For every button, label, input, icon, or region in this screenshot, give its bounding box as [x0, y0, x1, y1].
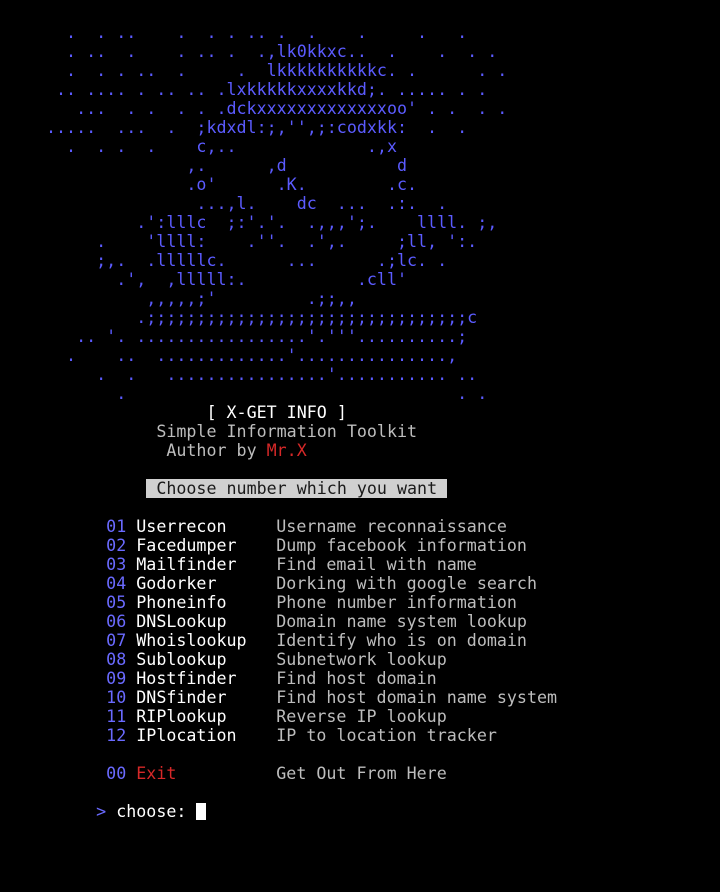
prompt-banner-line: Choose number which you want [46, 479, 557, 498]
menu-item-description: Get Out From Here [276, 764, 447, 783]
menu-item-number: 05 [106, 593, 127, 612]
menu-item-number: 09 [106, 669, 127, 688]
ascii-art-line: ..... ... . ;kdxdl:;,'',;:codxkk: . . [46, 118, 468, 137]
menu-item[interactable]: 10 DNSfinder Find host domain name system [46, 688, 557, 707]
menu-item-name: Sublookup [136, 650, 227, 669]
app-subtitle: Simple Information Toolkit [156, 422, 418, 441]
menu-list: 01 Userrecon Username reconnaissance 02 F… [46, 517, 557, 745]
menu-item-name: Hostfinder [136, 669, 237, 688]
menu-item-description: Username reconnaissance [276, 517, 507, 536]
menu-item-number: 04 [106, 574, 127, 593]
menu-item[interactable]: 06 DNSLookup Domain name system lookup [46, 612, 557, 631]
menu-item-description: Identify who is on domain [276, 631, 527, 650]
terminal-output: . . .. . . . .. . . . . . . .. . . .. . … [46, 23, 557, 821]
ascii-art-line: . . . [46, 384, 488, 403]
ascii-art-line: . . .. . . . .. . . . . . [46, 23, 468, 42]
ascii-art-line: . . . .. . . lkkkkkkkkkkc. . . . [46, 61, 508, 80]
menu-item[interactable]: 07 Whoislookup Identify who is on domain [46, 631, 557, 650]
menu-item[interactable]: 12 IPlocation IP to location tracker [46, 726, 557, 745]
menu-item-description: Subnetwork lookup [276, 650, 447, 669]
menu-item-description: Reverse IP lookup [276, 707, 447, 726]
author-line: Author by Mr.X [46, 441, 557, 460]
menu-item[interactable]: 08 Sublookup Subnetwork lookup [46, 650, 557, 669]
menu-item-description: IP to location tracker [276, 726, 497, 745]
ascii-art-line: ...,l. dc ... .:. . [46, 194, 448, 213]
ascii-art-line: ,. ,d d [46, 156, 408, 175]
menu-item-description: Domain name system lookup [276, 612, 527, 631]
menu-item-number: 06 [106, 612, 127, 631]
author-name: Mr.X [266, 441, 307, 460]
menu-item[interactable]: 01 Userrecon Username reconnaissance [46, 517, 557, 536]
ascii-art-line: .. '. .................'.'''..........; [46, 327, 468, 346]
menu-item-name: Facedumper [136, 536, 237, 555]
menu-item-name: Userrecon [136, 517, 227, 536]
ascii-art-line: . . ................'........... .. [46, 365, 478, 384]
menu-item[interactable]: 11 RIPlookup Reverse IP lookup [46, 707, 557, 726]
ascii-art-line: .o' .K. .c. [46, 175, 418, 194]
author-label: Author by [166, 441, 267, 460]
menu-item-description: Find email with name [276, 555, 477, 574]
menu-item[interactable]: 09 Hostfinder Find host domain [46, 669, 557, 688]
menu-item-description: Find host domain [276, 669, 437, 688]
menu-item-name: Whoislookup [136, 631, 247, 650]
title-line: [ X-GET INFO ] [46, 403, 557, 422]
menu-item-exit[interactable]: 00 Exit Get Out From Here [46, 764, 557, 783]
ascii-art-line: ... . . . . .dckxxxxxxxxxxxxxoo' . . . . [46, 99, 508, 118]
menu-item-description: Dump facebook information [276, 536, 527, 555]
ascii-art-line: . .. . . .. . .,lk0kkxc.. . . . . [46, 42, 498, 61]
ascii-art-line: .':lllc ;:'.'. .,,,';. llll. ;, [46, 213, 498, 232]
terminal-window: { "ascii_art": [ " . . .. . . . .. . . .… [0, 0, 720, 892]
menu-item-number: 01 [106, 517, 127, 536]
ascii-art-logo: . . .. . . . .. . . . . . . .. . . .. . … [46, 23, 557, 403]
app-title: [ X-GET INFO ] [206, 403, 347, 422]
menu-item-name: Godorker [136, 574, 217, 593]
menu-item[interactable]: 05 Phoneinfo Phone number information [46, 593, 557, 612]
menu-item[interactable]: 04 Godorker Dorking with google search [46, 574, 557, 593]
menu-item[interactable]: 03 Mailfinder Find email with name [46, 555, 557, 574]
menu-item-name: DNSLookup [136, 612, 227, 631]
menu-item[interactable]: 02 Facedumper Dump facebook information [46, 536, 557, 555]
menu-item-name: Phoneinfo [136, 593, 227, 612]
ascii-art-line: .', ,lllll:. .cll' [46, 270, 408, 289]
prompt-marker: > [96, 802, 107, 821]
text-cursor[interactable] [196, 803, 207, 820]
menu-item-name: RIPlookup [136, 707, 227, 726]
ascii-art-line: ;,. .lllllc. ... .;lc. . [46, 251, 448, 270]
prompt-banner-text: Choose number which you want [156, 479, 438, 498]
exit-label: Exit [136, 764, 177, 783]
menu-item-description: Find host domain name system [276, 688, 558, 707]
menu-item-description: Phone number information [276, 593, 517, 612]
menu-item-number: 03 [106, 555, 127, 574]
menu-item-number: 12 [106, 726, 127, 745]
ascii-art-line: .. .... . .. .. .lxkkkkkxxxxkkd;. ..... … [46, 80, 488, 99]
ascii-art-line: ,,,,,;' .;;,, [46, 289, 357, 308]
menu-item-number: 11 [106, 707, 127, 726]
ascii-art-line: . 'llll: .''. .',. ;ll, ':. [46, 232, 478, 251]
subtitle-line: Simple Information Toolkit [46, 422, 557, 441]
command-prompt[interactable]: > choose: [46, 802, 557, 821]
menu-item-name: DNSfinder [136, 688, 227, 707]
menu-item-description: Dorking with google search [276, 574, 537, 593]
menu-item-name: IPlocation [136, 726, 237, 745]
prompt-banner: Choose number which you want [146, 479, 448, 498]
menu-item-number: 02 [106, 536, 127, 555]
menu-item-number: 07 [106, 631, 127, 650]
menu-item-number: 08 [106, 650, 127, 669]
ascii-art-line: .;;;;;;;;;;;;;;;;;;;;;;;;;;;;;;;;c [46, 308, 478, 327]
prompt-label: choose: [116, 802, 187, 821]
ascii-art-line: . . . . c,.. .,x [46, 137, 397, 156]
menu-item-number: 00 [106, 764, 127, 783]
menu-item-name: Mailfinder [136, 555, 237, 574]
ascii-art-line: . .. .............'..............., [46, 346, 458, 365]
menu-item-number: 10 [106, 688, 127, 707]
